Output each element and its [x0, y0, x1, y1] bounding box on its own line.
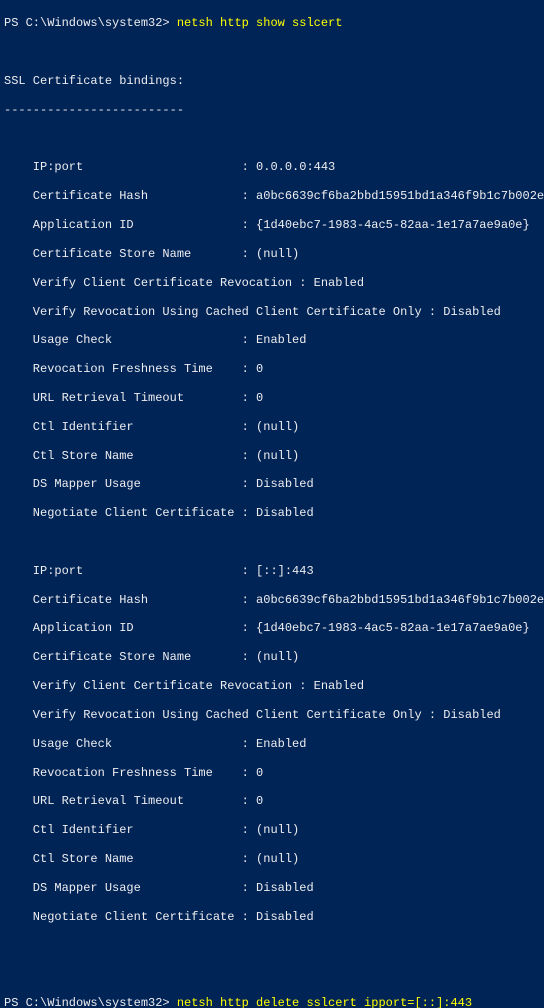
binding-row: Usage Check : Enabled — [4, 333, 540, 347]
binding-row: IP:port : 0.0.0.0:443 — [4, 160, 540, 174]
binding-row: IP:port : [::]:443 — [4, 564, 540, 578]
output-divider: ------------------------- — [4, 103, 540, 117]
binding-row: Ctl Identifier : (null) — [4, 823, 540, 837]
binding-row: DS Mapper Usage : Disabled — [4, 477, 540, 491]
binding-row: Usage Check : Enabled — [4, 737, 540, 751]
binding-row: Application ID : {1d40ebc7-1983-4ac5-82a… — [4, 218, 540, 232]
powershell-terminal[interactable]: PS C:\Windows\system32> netsh http show … — [0, 0, 544, 1008]
binding-row: Certificate Store Name : (null) — [4, 650, 540, 664]
binding-row: Certificate Store Name : (null) — [4, 247, 540, 261]
binding-row: DS Mapper Usage : Disabled — [4, 881, 540, 895]
prompt: PS C:\Windows\system32> — [4, 996, 177, 1008]
binding-row: Verify Client Certificate Revocation : E… — [4, 679, 540, 693]
binding-row: Ctl Store Name : (null) — [4, 852, 540, 866]
binding-row: URL Retrieval Timeout : 0 — [4, 794, 540, 808]
binding-row: Ctl Identifier : (null) — [4, 420, 540, 434]
binding-row: URL Retrieval Timeout : 0 — [4, 391, 540, 405]
binding-row: Ctl Store Name : (null) — [4, 449, 540, 463]
binding-row: Negotiate Client Certificate : Disabled — [4, 910, 540, 924]
binding-row: Revocation Freshness Time : 0 — [4, 766, 540, 780]
binding-row: Certificate Hash : a0bc6639cf6ba2bbd1595… — [4, 593, 540, 607]
command-input: netsh http show sslcert — [177, 16, 343, 30]
prompt: PS C:\Windows\system32> — [4, 16, 177, 30]
binding-row: Application ID : {1d40ebc7-1983-4ac5-82a… — [4, 621, 540, 635]
binding-row: Revocation Freshness Time : 0 — [4, 362, 540, 376]
binding-row: Negotiate Client Certificate : Disabled — [4, 506, 540, 520]
binding-row: Verify Revocation Using Cached Client Ce… — [4, 305, 540, 319]
binding-row: Certificate Hash : a0bc6639cf6ba2bbd1595… — [4, 189, 540, 203]
command-input: netsh http delete sslcert ipport=[::]:44… — [177, 996, 472, 1008]
output-header: SSL Certificate bindings: — [4, 74, 540, 88]
binding-row: Verify Client Certificate Revocation : E… — [4, 276, 540, 290]
binding-row: Verify Revocation Using Cached Client Ce… — [4, 708, 540, 722]
